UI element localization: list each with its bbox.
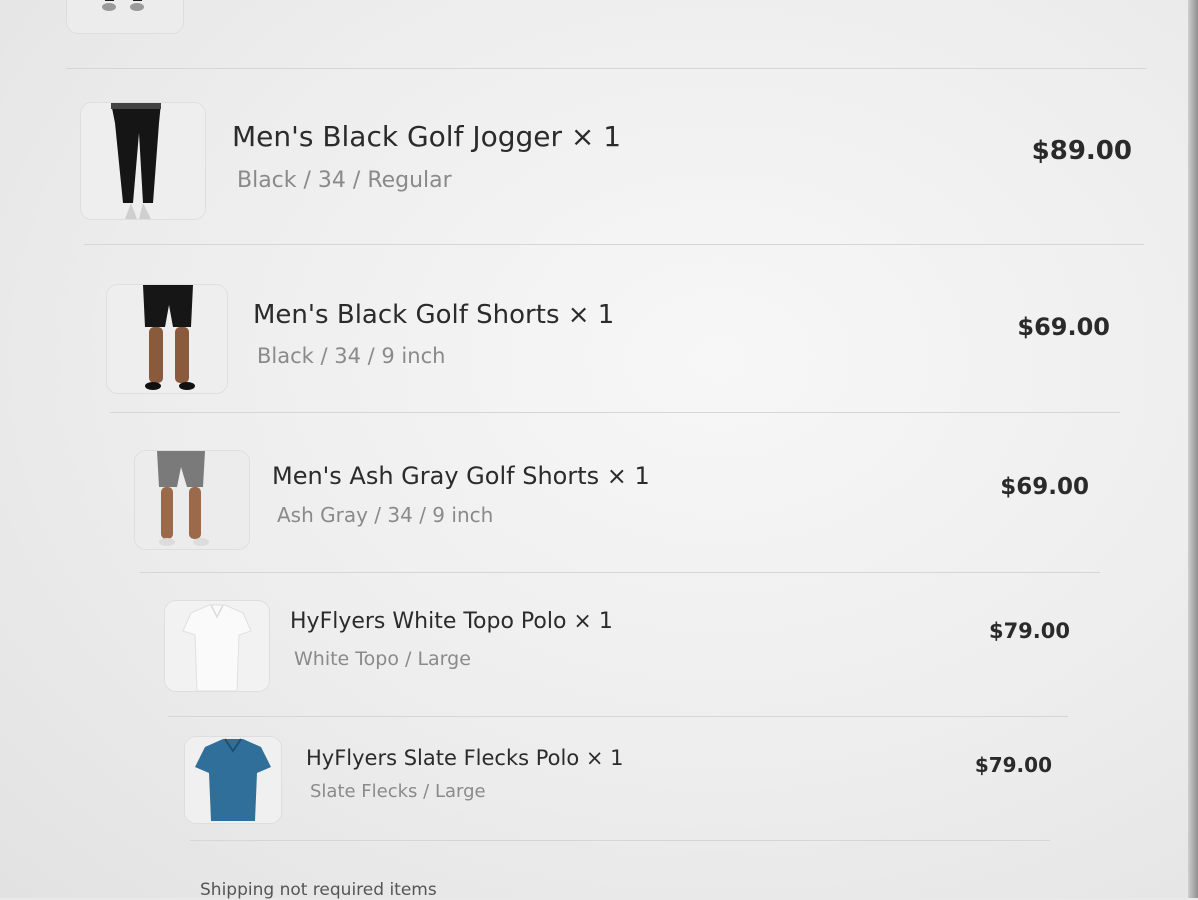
item-title: Men's Black Golf Shorts × 1 [253,300,615,330]
partial-item-thumbnail [66,0,184,34]
item-variant: Ash Gray / 34 / 9 inch [277,503,494,527]
item-price: $79.00 [974,753,1052,777]
item-title: Men's Black Golf Jogger × 1 [232,120,622,153]
ash-gray-shorts-image [134,450,250,550]
slate-polo-image [184,736,282,824]
item-price: $69.00 [1000,474,1089,500]
item-variant: Slate Flecks / Large [310,781,486,802]
item-title: Men's Ash Gray Golf Shorts × 1 [272,462,650,490]
white-polo-image [164,600,270,692]
item-price: $89.00 [1031,136,1132,166]
item-title: HyFlyers White Topo Polo × 1 [290,609,613,634]
item-divider [190,840,1050,841]
item-divider [66,68,1146,69]
black-jogger-image [80,102,206,220]
screen-edge [1188,0,1198,898]
item-price: $79.00 [988,619,1070,643]
item-divider [168,716,1068,717]
shipping-not-required-heading: Shipping not required items [200,880,437,900]
item-divider [110,412,1120,413]
item-divider [140,572,1100,573]
item-title: HyFlyers Slate Flecks Polo × 1 [306,746,624,770]
black-shorts-image [106,284,228,394]
item-price: $69.00 [1017,313,1110,341]
item-variant: White Topo / Large [294,648,471,670]
item-variant: Black / 34 / Regular [237,168,452,193]
item-variant: Black / 34 / 9 inch [257,344,446,368]
item-divider [84,244,1144,245]
order-summary-screen: Men's Black Golf Jogger × 1 Black / 34 /… [0,0,1198,900]
